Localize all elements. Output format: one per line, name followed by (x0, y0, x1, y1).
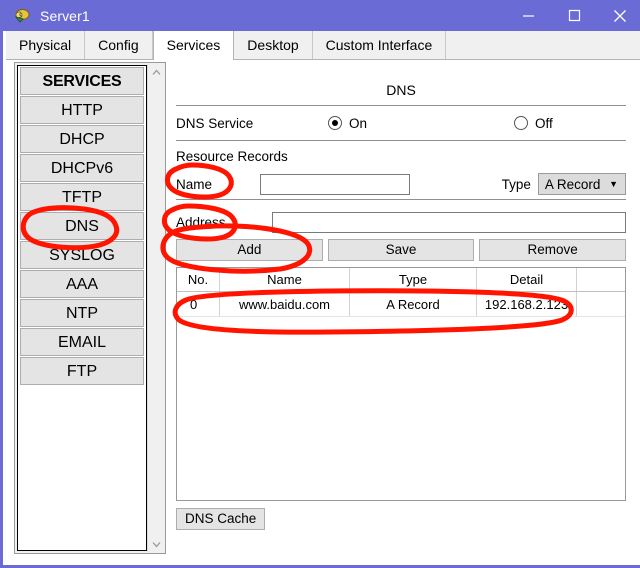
chevron-down-icon[interactable] (148, 536, 164, 552)
column-header-no: No. (177, 268, 220, 291)
type-label: Type (501, 176, 531, 192)
remove-button[interactable]: Remove (479, 239, 627, 261)
address-label: Address (176, 214, 226, 230)
address-input[interactable] (272, 211, 626, 233)
chevron-down-icon: ▼ (609, 179, 618, 189)
table-row[interactable]: 0 www.baidu.com A Record 192.168.2.123 (177, 292, 625, 317)
svg-text:$: $ (19, 12, 23, 19)
close-icon[interactable] (597, 0, 640, 31)
tab-physical[interactable]: Physical (6, 31, 86, 59)
tab-bar: Physical Config Services Desktop Custom … (6, 31, 640, 60)
cell-detail: 192.168.2.123 (477, 292, 577, 316)
resource-records-label: Resource Records (176, 149, 288, 164)
tab-custom-interface[interactable]: Custom Interface (312, 31, 447, 59)
radio-on-label: On (349, 115, 368, 131)
record-type-value: A Record (544, 176, 601, 192)
services-list: SERVICES HTTP DHCP DHCPv6 TFTP DNS SYSLO… (17, 65, 147, 551)
column-header-detail: Detail (477, 268, 577, 291)
title-bar: $ Server1 (3, 0, 640, 31)
dns-panel: DNS DNS Service On Off Resource Records … (176, 62, 627, 557)
tab-desktop[interactable]: Desktop (234, 31, 313, 59)
server-properties-window: $ Server1 Physical Config Services Deskt… (0, 0, 640, 568)
window-controls (505, 0, 640, 31)
column-header-name: Name (220, 268, 350, 291)
sidebar-item-syslog[interactable]: SYSLOG (20, 241, 144, 269)
name-row: Name Type A Record ▼ (176, 169, 626, 199)
table-header-row: No. Name Type Detail (177, 268, 625, 292)
tab-services[interactable]: Services (152, 31, 235, 60)
dns-service-label: DNS Service (176, 115, 254, 131)
dns-cache-row: DNS Cache (176, 508, 626, 530)
sidebar-item-ftp[interactable]: FTP (20, 357, 144, 385)
dns-service-row: DNS Service On Off (176, 106, 626, 140)
sidebar-item-dhcpv6[interactable]: DHCPv6 (20, 154, 144, 182)
name-label: Name (176, 176, 213, 192)
sidebar-item-http[interactable]: HTTP (20, 96, 144, 124)
radio-off-label: Off (535, 115, 553, 131)
column-header-pad (577, 268, 625, 291)
chevron-up-icon[interactable] (148, 64, 164, 80)
cell-type: A Record (350, 292, 477, 316)
sidebar-item-dhcp[interactable]: DHCP (20, 125, 144, 153)
cell-name: www.baidu.com (220, 292, 350, 316)
radio-on-icon (328, 116, 342, 130)
dns-service-off-radio[interactable]: Off (514, 116, 553, 131)
window-title: Server1 (40, 7, 90, 24)
cell-no: 0 (177, 292, 220, 316)
sidebar-item-aaa[interactable]: AAA (20, 270, 144, 298)
cell-pad (577, 292, 625, 316)
column-header-type: Type (350, 268, 477, 291)
services-sidebar: SERVICES HTTP DHCP DHCPv6 TFTP DNS SYSLO… (14, 62, 166, 554)
content-area: SERVICES HTTP DHCP DHCPv6 TFTP DNS SYSLO… (6, 60, 640, 565)
name-input[interactable] (259, 173, 410, 195)
record-type-select[interactable]: A Record ▼ (537, 173, 626, 195)
radio-off-icon (514, 116, 529, 130)
resource-records-table[interactable]: No. Name Type Detail 0 www.baidu.com A R… (176, 267, 626, 501)
dns-cache-button[interactable]: DNS Cache (176, 508, 266, 530)
sidebar-header-services: SERVICES (20, 67, 144, 95)
divider-name (176, 199, 626, 200)
dns-service-on-radio[interactable]: On (328, 116, 367, 131)
dns-panel-title: DNS (386, 82, 416, 98)
maximize-icon[interactable] (551, 0, 597, 31)
save-button[interactable]: Save (327, 239, 475, 261)
add-button[interactable]: Add (176, 239, 323, 261)
sidebar-item-dns[interactable]: DNS (20, 212, 144, 240)
minimize-icon[interactable] (505, 0, 551, 31)
record-action-buttons: Add Save Remove (176, 239, 627, 261)
packet-tracer-server-icon: $ (13, 7, 31, 25)
sidebar-item-email[interactable]: EMAIL (20, 328, 144, 356)
sidebar-item-ntp[interactable]: NTP (20, 299, 144, 327)
address-row: Address (176, 207, 626, 237)
sidebar-item-tftp[interactable]: TFTP (20, 183, 144, 211)
tab-config[interactable]: Config (85, 31, 153, 59)
sidebar-scrollbar[interactable] (147, 64, 164, 552)
